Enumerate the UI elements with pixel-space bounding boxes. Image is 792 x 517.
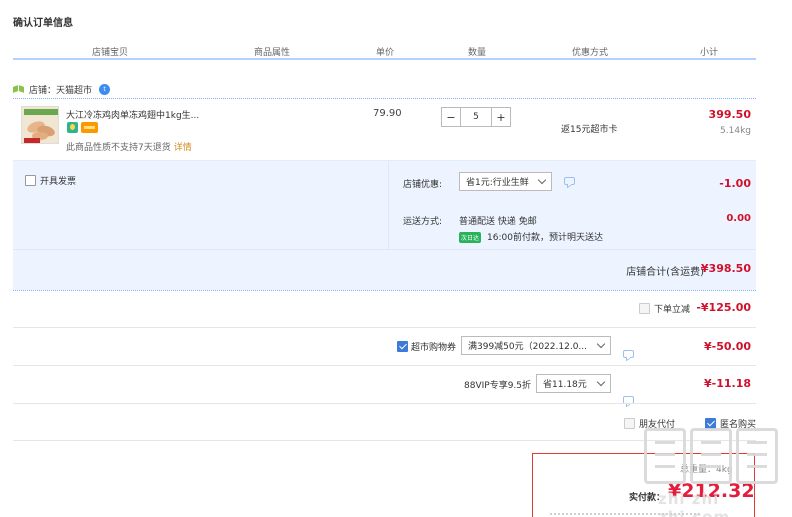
quantity-input[interactable]: 5 xyxy=(461,107,491,127)
shipping-amount: 0.00 xyxy=(726,213,751,224)
row-divider xyxy=(13,365,756,366)
col-header-price: 单价 xyxy=(375,48,394,58)
shop-label[interactable]: 店铺：天猫超市 xyxy=(29,83,92,96)
product-image-icon xyxy=(22,107,58,143)
service-badge-icon[interactable] xyxy=(67,122,78,133)
card-payment-icon[interactable] xyxy=(81,122,98,133)
col-header-item: 店铺宝贝 xyxy=(91,48,128,58)
chevron-down-icon xyxy=(596,339,606,349)
col-header-discount: 优惠方式 xyxy=(571,48,608,58)
quantity-stepper: − 5 + xyxy=(441,107,511,127)
return-policy-note: 此商品性质不支持7天退货 详情 xyxy=(66,140,192,153)
decrease-quantity-button[interactable]: − xyxy=(441,107,461,127)
instant-discount-row: 下单立减 xyxy=(639,302,690,315)
vip-select[interactable]: 省11.18元 xyxy=(536,374,611,393)
vip-value: 省11.18元 xyxy=(543,380,587,390)
bottom-dotted-divider xyxy=(550,513,700,515)
shop-total-amount: ¥398.50 xyxy=(700,262,751,275)
panel-inner-divider xyxy=(13,249,756,250)
shop-discount-select[interactable]: 省1元:行业生鲜 xyxy=(459,172,552,191)
col-header-subtotal: 小计 xyxy=(699,48,718,58)
product-service-icons xyxy=(67,122,98,133)
shipping-method: 普通配送 快递 免邮 xyxy=(459,217,537,227)
message-icon[interactable] xyxy=(623,350,634,358)
shop-divider xyxy=(13,98,756,99)
increase-quantity-button[interactable]: + xyxy=(491,107,511,127)
col-header-attr: 商品属性 xyxy=(253,48,290,58)
invoice-checkbox[interactable] xyxy=(25,175,36,186)
watermark-glyph xyxy=(690,428,732,484)
site-watermark: zhi zhi zhi.com xyxy=(640,428,785,517)
shop-row: 店铺：天猫超市 t xyxy=(13,82,111,96)
col-header-qty: 数量 xyxy=(467,48,486,58)
chevron-down-icon xyxy=(537,175,547,185)
header-divider xyxy=(13,58,756,60)
coupon-amount: ¥-50.00 xyxy=(703,340,751,353)
page-title: 确认订单信息 xyxy=(13,18,73,29)
coupon-label: 超市购物券 xyxy=(411,343,457,353)
shipping-eta: 16:00前付款，预计明天送达 xyxy=(487,233,603,243)
coupon-select[interactable]: 满399减50元（2022.12.0... xyxy=(461,336,611,355)
coupon-value: 满399减50元（2022.12.0... xyxy=(468,342,588,352)
invoice-option[interactable]: 开具发票 xyxy=(25,174,76,187)
instant-discount-amount: -¥125.00 xyxy=(696,301,751,314)
return-policy-text: 此商品性质不支持7天退货 xyxy=(66,143,171,153)
message-icon[interactable] xyxy=(564,177,575,185)
return-policy-link[interactable]: 详情 xyxy=(174,143,192,153)
coupon-checkbox[interactable] xyxy=(397,341,408,352)
friend-pay-checkbox[interactable] xyxy=(624,418,635,429)
item-subtotal: 399.50 xyxy=(708,108,751,121)
instant-discount-label: 下单立减 xyxy=(654,305,691,315)
watermark-glyph xyxy=(644,428,686,484)
watermark-glyph xyxy=(736,428,778,484)
shop-discount-value: 省1元:行业生鲜 xyxy=(466,178,529,188)
unit-price: 79.90 xyxy=(373,108,402,119)
chevron-down-icon xyxy=(596,377,606,387)
vip-label: 88VIP专享9.5折 xyxy=(464,381,532,391)
vip-amount: ¥-11.18 xyxy=(703,377,751,390)
invoice-label: 开具发票 xyxy=(40,177,77,187)
product-title-link[interactable]: 大江冷冻鸡肉单冻鸡翅中1kg生... xyxy=(66,108,199,121)
coupon-option[interactable]: 超市购物券 xyxy=(397,340,456,353)
shop-total-label: 店铺合计(含运费) xyxy=(626,267,704,278)
item-weight: 5.14kg xyxy=(720,126,751,136)
row-divider xyxy=(13,327,756,328)
shipping-eta-row: 次日达 16:00前付款，预计明天送达 xyxy=(459,230,603,243)
shop-discount-amount: -1.00 xyxy=(719,177,751,190)
rebate-text: 返15元超市卡 xyxy=(561,125,618,135)
product-thumbnail[interactable] xyxy=(21,106,59,144)
shop-discount-label: 店铺优惠: xyxy=(403,180,443,190)
shop-total-divider xyxy=(13,290,756,291)
row-divider xyxy=(13,403,756,404)
shop-icon xyxy=(13,84,25,94)
wangwang-icon[interactable]: t xyxy=(99,83,111,95)
instant-discount-checkbox xyxy=(639,303,650,314)
panel-divider xyxy=(388,161,389,249)
shipping-label: 运送方式: xyxy=(403,217,443,227)
next-day-badge: 次日达 xyxy=(459,232,482,243)
